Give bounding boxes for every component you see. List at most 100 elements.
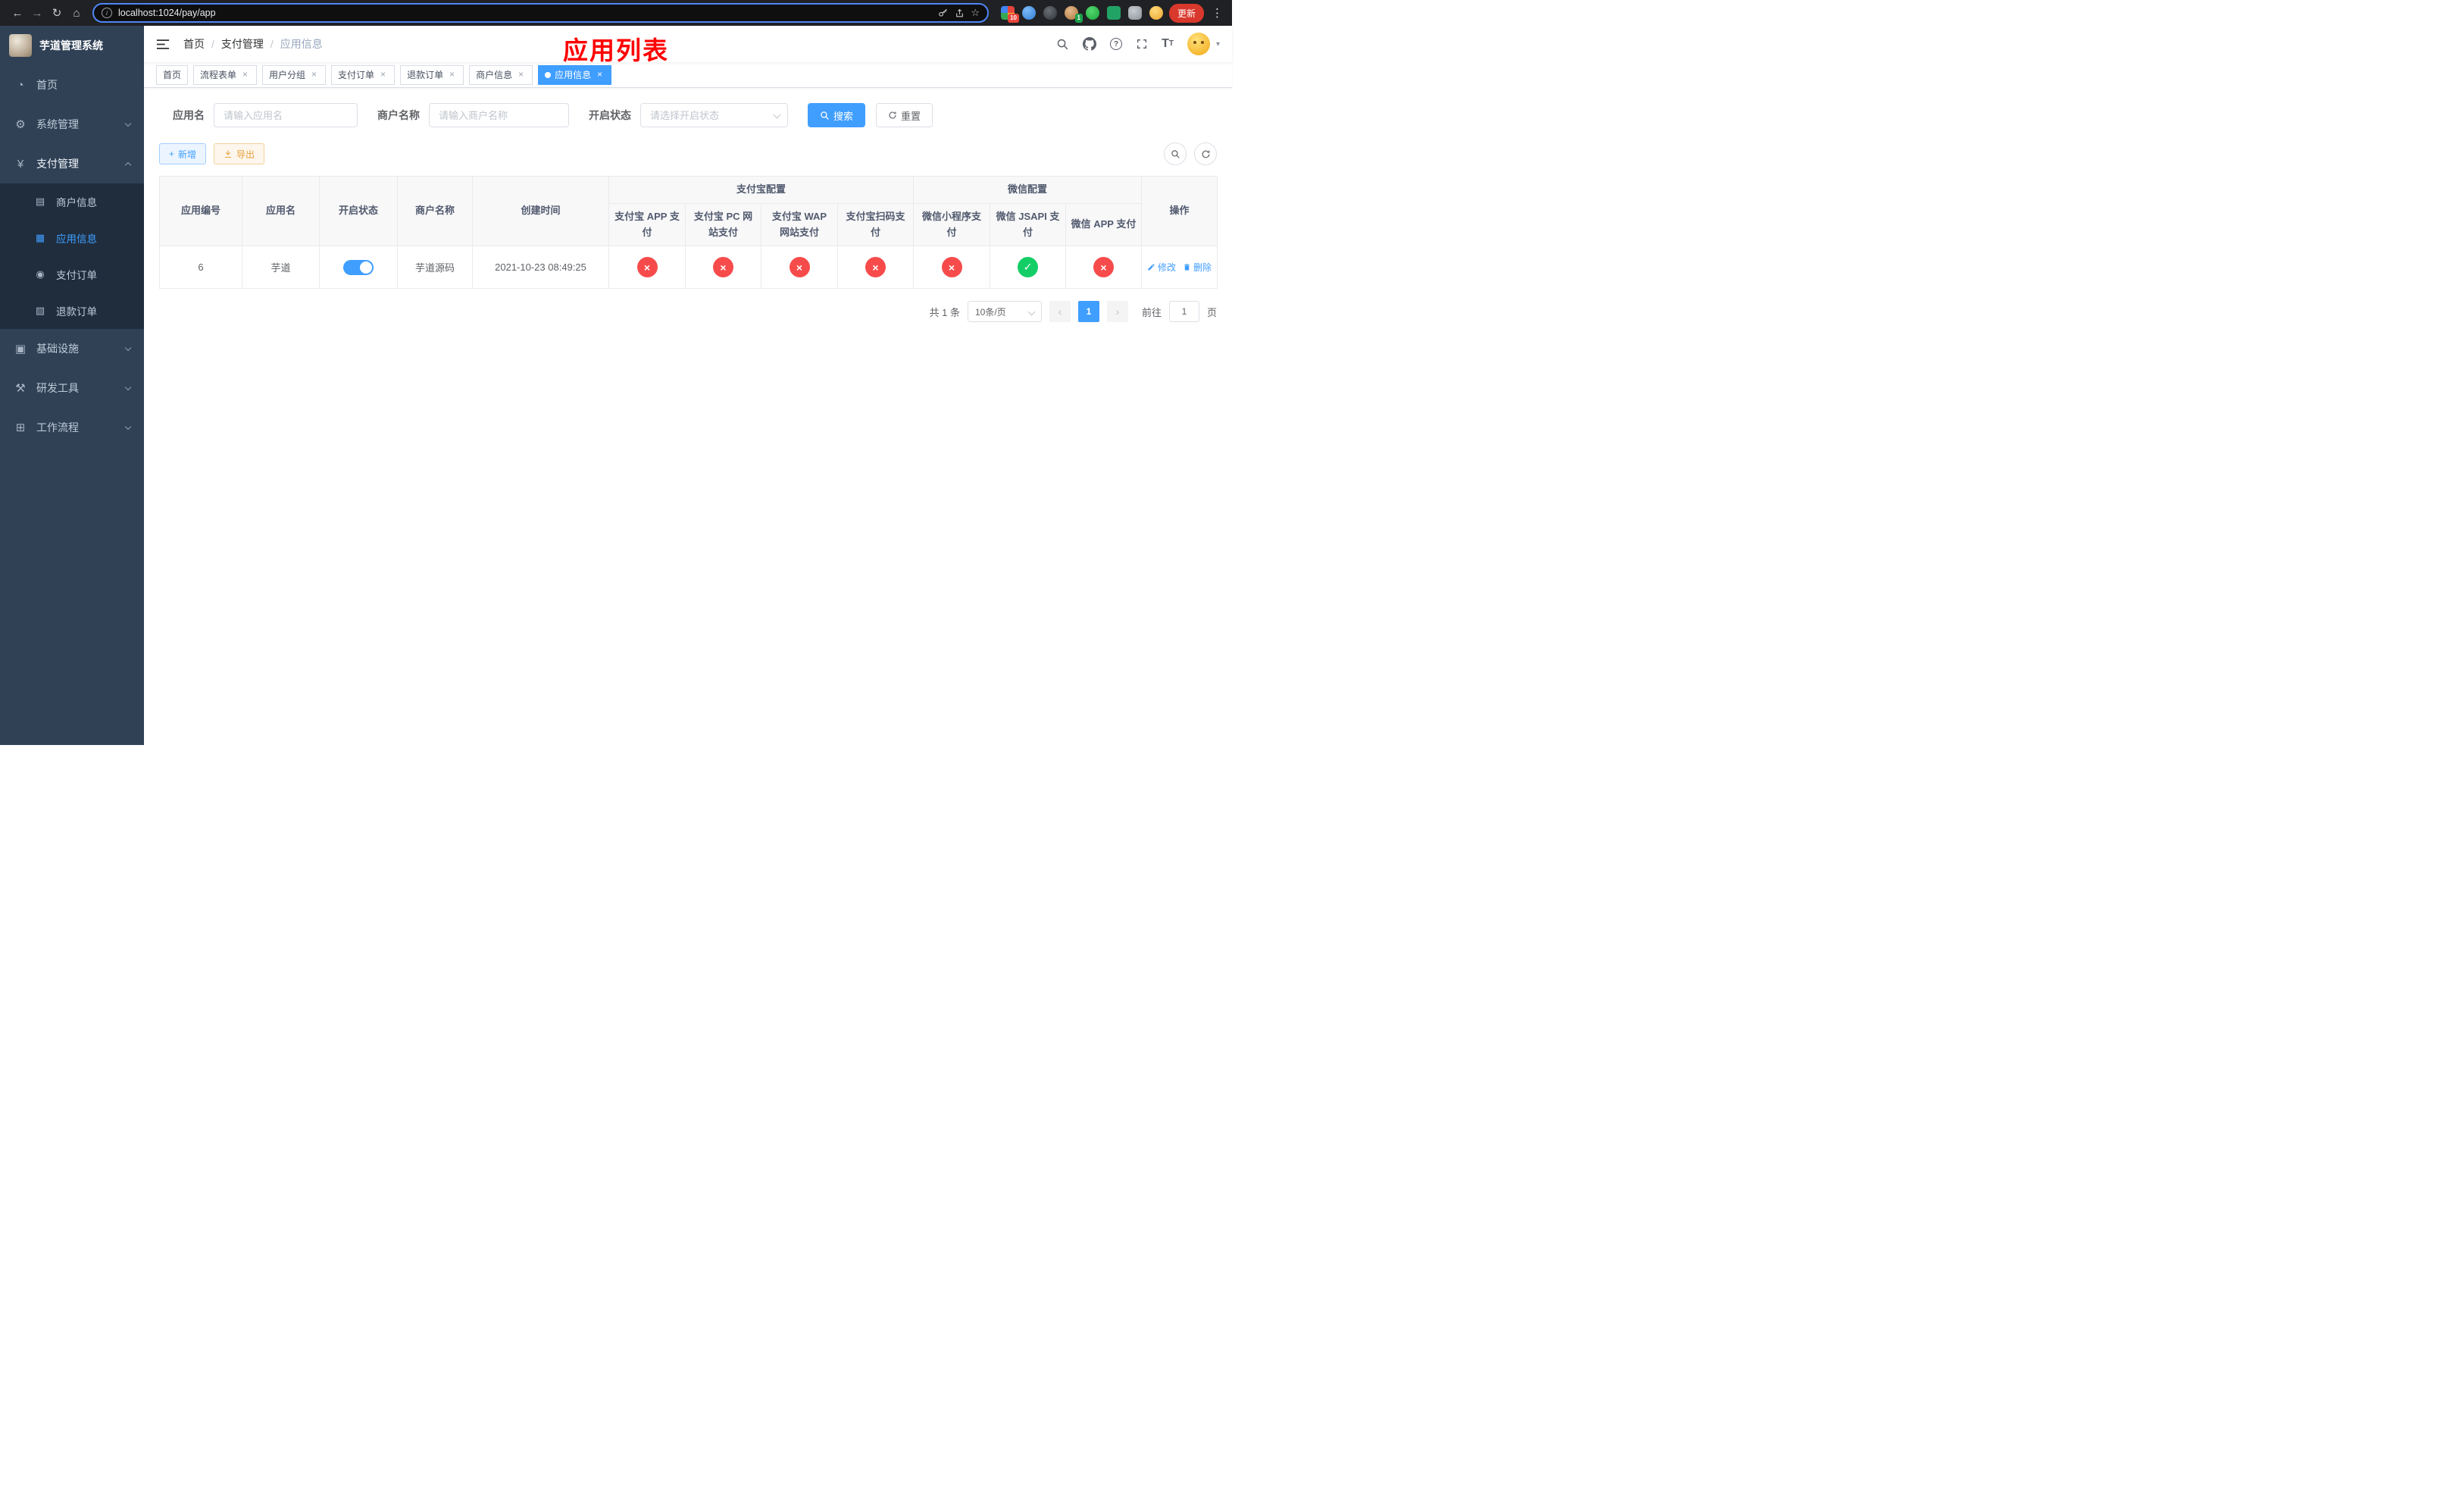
cell-alipay-qr: × <box>836 246 915 290</box>
close-icon[interactable]: × <box>595 70 605 80</box>
sidebar-item-system[interactable]: ⚙ 系统管理 <box>0 105 144 144</box>
goto-page-input[interactable] <box>1168 301 1199 323</box>
status-circle-icon: × <box>789 257 810 278</box>
toggle-search-icon[interactable] <box>1164 142 1187 165</box>
tag-process-form[interactable]: 流程表单 × <box>193 64 258 85</box>
sidebar-item-label: 支付管理 <box>36 158 79 170</box>
password-key-icon[interactable] <box>938 8 949 18</box>
col-header-created: 创建时间 <box>472 175 609 247</box>
url-bar[interactable]: i localhost:1024/pay/app ☆ <box>92 3 989 23</box>
dashboard-icon: ◔ <box>17 78 24 92</box>
col-header-alipay-qr: 支付宝扫码支付 <box>836 202 915 247</box>
export-button[interactable]: 导出 <box>214 143 265 164</box>
collapse-sidebar-icon[interactable] <box>156 39 170 50</box>
site-info-icon[interactable]: i <box>102 8 112 18</box>
tag-user-group[interactable]: 用户分组 × <box>262 64 327 85</box>
update-button[interactable]: 更新 <box>1168 3 1204 23</box>
close-icon[interactable]: × <box>447 70 457 80</box>
breadcrumb-home[interactable]: 首页 <box>183 36 205 52</box>
status-circle-icon: × <box>636 257 658 278</box>
extension-drop-icon[interactable] <box>1021 6 1036 20</box>
extension-green-square-icon[interactable] <box>1106 6 1121 20</box>
merchant-name-input[interactable] <box>429 103 569 127</box>
home-icon[interactable]: ⌂ <box>67 3 86 23</box>
status-select[interactable] <box>640 103 788 127</box>
table-row: 6 芋道 芋道源码 2021-10-23 08:49:25 × × × × × … <box>159 246 1218 290</box>
export-button-label: 导出 <box>236 149 255 160</box>
sidebar-logo[interactable]: 芋道管理系统 <box>0 26 144 65</box>
bookmark-star-icon[interactable]: ☆ <box>971 7 980 19</box>
delete-link[interactable]: 删除 <box>1183 261 1212 274</box>
github-icon[interactable] <box>1083 37 1097 51</box>
fullscreen-icon[interactable] <box>1136 38 1148 50</box>
tag-label: 首页 <box>163 70 182 80</box>
sidebar-item-home[interactable]: ◔ 首页 <box>0 65 144 105</box>
sidebar-item-pay-order[interactable]: ◉ 支付订单 <box>0 256 144 293</box>
url-text: localhost:1024/pay/app <box>118 8 216 18</box>
chevron-up-icon <box>124 161 132 169</box>
reset-button[interactable]: 重置 <box>876 103 933 127</box>
extension-dark-icon[interactable] <box>1043 6 1057 20</box>
tag-pay-order[interactable]: 支付订单 × <box>331 64 396 85</box>
close-icon[interactable]: × <box>516 70 526 80</box>
app-name-input[interactable] <box>214 103 358 127</box>
cell-app-name: 芋道 <box>242 246 320 290</box>
browser-menu-icon[interactable]: ⋮ <box>1212 6 1223 20</box>
extension-green-circle-icon[interactable] <box>1085 6 1099 20</box>
col-header-wx-app: 微信 APP 支付 <box>1065 202 1143 247</box>
app-title: 芋道管理系统 <box>39 39 103 52</box>
add-button[interactable]: + 新增 <box>159 143 207 164</box>
status-circle-icon: × <box>865 257 886 278</box>
help-icon[interactable]: ? <box>1110 38 1123 50</box>
sidebar-item-label: 支付订单 <box>56 270 97 281</box>
tag-app-info[interactable]: 应用信息 × <box>538 64 612 85</box>
next-page-button[interactable]: › <box>1106 301 1128 323</box>
col-header-app-name: 应用名 <box>242 175 320 247</box>
sidebar-item-payment[interactable]: ¥ 支付管理 <box>0 144 144 183</box>
sidebar-item-refund-order[interactable]: ▧ 退款订单 <box>0 293 144 329</box>
status-circle-icon: × <box>941 257 962 278</box>
close-icon[interactable]: × <box>240 70 250 80</box>
browser-avatar-icon[interactable] <box>1149 6 1163 20</box>
forward-icon[interactable]: → <box>27 3 47 23</box>
page-size-label: 10条/页 <box>974 306 1006 318</box>
cell-wx-app: × <box>1065 246 1143 290</box>
sidebar-item-devtools[interactable]: ⚒ 研发工具 <box>0 368 144 408</box>
sidebar-item-app-info[interactable]: ▦ 应用信息 <box>0 220 144 256</box>
prev-page-button[interactable]: ‹ <box>1049 301 1071 323</box>
page-1-button[interactable]: 1 <box>1077 301 1099 323</box>
share-icon[interactable] <box>955 8 965 18</box>
close-icon[interactable]: × <box>378 70 388 80</box>
user-avatar[interactable] <box>1187 33 1210 55</box>
search-button[interactable]: 搜索 <box>808 103 866 127</box>
tag-home[interactable]: 首页 <box>156 64 189 85</box>
reset-button-label: 重置 <box>901 110 921 122</box>
tag-merchant-info[interactable]: 商户信息 × <box>469 64 533 85</box>
font-size-icon[interactable]: TT <box>1162 38 1174 50</box>
cell-wx-jsapi: ✓ <box>990 246 1067 290</box>
back-icon[interactable]: ← <box>8 3 27 23</box>
tag-label: 商户信息 <box>476 70 513 80</box>
tag-refund-order[interactable]: 退款订单 × <box>400 64 464 85</box>
goto-label: 前往 <box>1141 306 1162 318</box>
extension-grid-icon[interactable]: 10 <box>1000 6 1019 23</box>
browser-chrome: ← → ↻ ⌂ i localhost:1024/pay/app ☆ 10 1 … <box>0 0 1232 26</box>
close-icon[interactable]: × <box>309 70 319 80</box>
edit-link[interactable]: 修改 <box>1147 261 1176 274</box>
refresh-table-icon[interactable] <box>1194 142 1217 165</box>
search-icon[interactable] <box>1056 38 1069 51</box>
breadcrumb: 首页 / 支付管理 / 应用信息 <box>183 36 323 52</box>
status-switch[interactable] <box>343 259 374 275</box>
breadcrumb-payment[interactable]: 支付管理 <box>221 36 264 52</box>
extensions-area: 10 1 <box>1000 6 1163 23</box>
page-size-select[interactable]: 10条/页 <box>967 301 1042 323</box>
profile-extension-icon[interactable]: 1 <box>1064 6 1083 23</box>
sidebar-item-merchant-info[interactable]: ▤ 商户信息 <box>0 183 144 220</box>
reload-icon[interactable]: ↻ <box>47 3 67 23</box>
pagination: 共 1 条 10条/页 ‹ 1 › 前往 页 <box>159 301 1217 323</box>
sidebar-item-workflow[interactable]: ⊞ 工作流程 <box>0 408 144 447</box>
avatar-caret-icon[interactable]: ▾ <box>1216 40 1220 49</box>
puzzle-extensions-icon[interactable] <box>1127 6 1142 20</box>
tags-view-bar: 首页 流程表单 × 用户分组 × 支付订单 × 退款订单 × 商户信息 × 应用… <box>144 62 1232 88</box>
sidebar-item-infra[interactable]: ▣ 基础设施 <box>0 329 144 368</box>
